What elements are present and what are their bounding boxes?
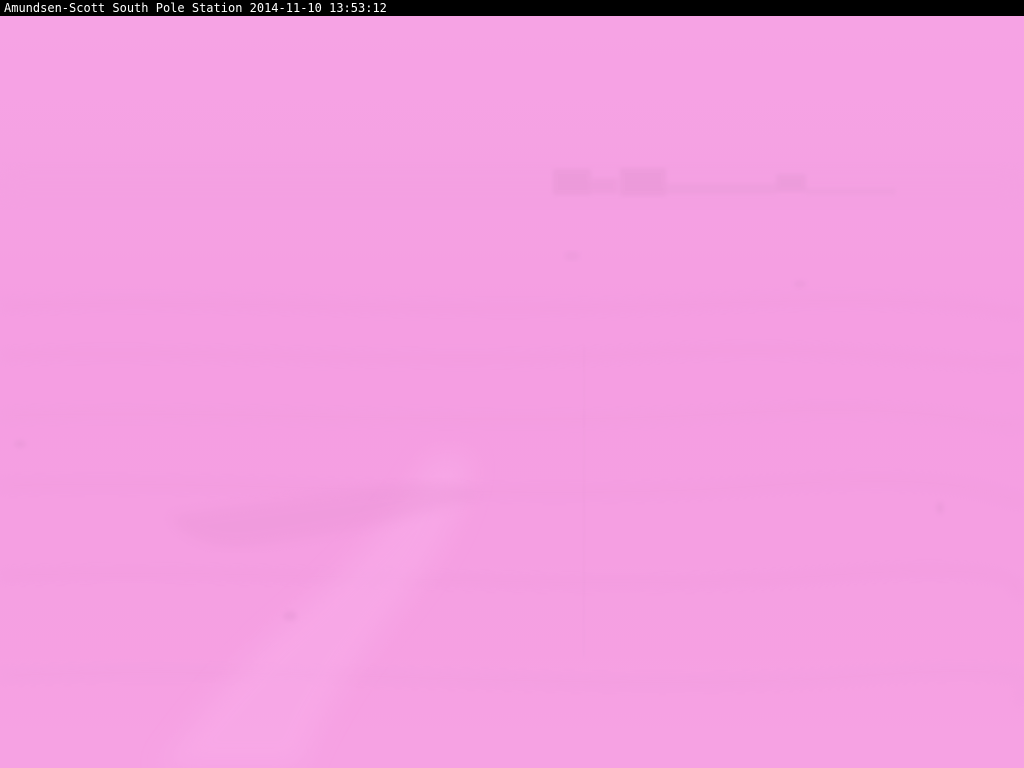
- caption-text: Amundsen-Scott South Pole Station 2014-1…: [4, 1, 387, 15]
- snow-landscape-image: [0, 16, 1024, 768]
- snow-drift-streaks: [0, 297, 1024, 704]
- webcam-frame: Amundsen-Scott South Pole Station 2014-1…: [0, 0, 1024, 768]
- marker-pole: [582, 345, 586, 657]
- landscape-illustration: [0, 166, 1024, 768]
- snow-debris-spots: [14, 281, 944, 621]
- distant-object: [564, 251, 580, 261]
- caption-bar: Amundsen-Scott South Pole Station 2014-1…: [0, 0, 1024, 16]
- horizon-haze: [0, 166, 1024, 206]
